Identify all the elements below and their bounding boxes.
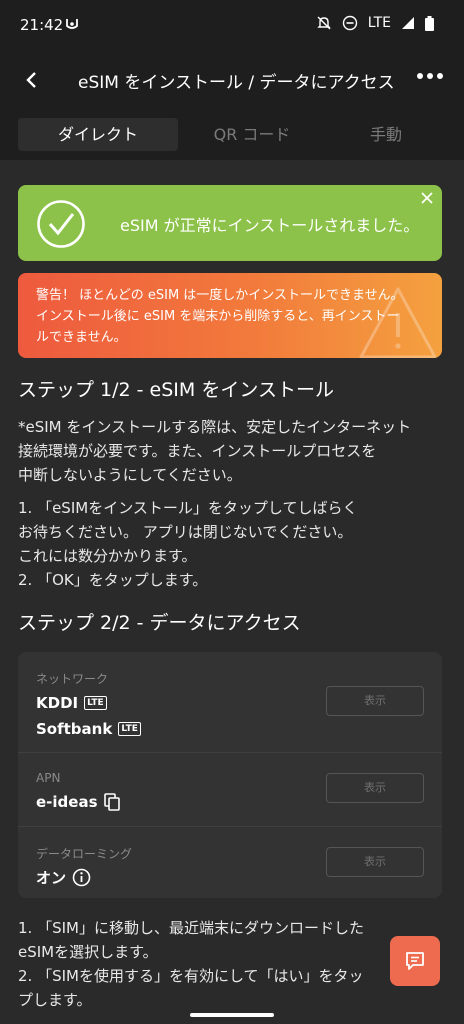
show-apn-button[interactable]: 表示 (326, 773, 424, 803)
network-softbank: Softbank LTE (36, 720, 141, 738)
home-indicator[interactable] (190, 1013, 274, 1017)
warning-banner: 警告！ ほとんどの eSIM は一度しかインストールできません。 インストール後… (18, 273, 442, 358)
chat-icon (406, 952, 424, 970)
chat-support-button[interactable] (390, 936, 440, 986)
mute-icon (317, 16, 331, 30)
access-instructions: 1. 「SIM」に移動し、最近端末にダウンロードした eSIMを選択します。 2… (18, 919, 364, 1009)
step2-heading: ステップ 2/2 - データにアクセス (18, 612, 301, 634)
data-settings-card: ネットワーク KDDI LTE Softbank LTE 表示 APN e-id… (18, 652, 442, 898)
check-circle-icon (37, 200, 85, 248)
network-type: LTE (367, 15, 391, 31)
roaming-row: データローミング オン 表示 (18, 826, 442, 898)
show-network-button[interactable]: 表示 (326, 686, 424, 716)
dnd-icon (342, 15, 357, 31)
step1-instructions: 1. 「eSIMをインストール」をタップしてしばらく お待ちください。 アプリは… (18, 499, 358, 589)
app-bar: eSIM をインストール / データにアクセス (0, 50, 464, 110)
apn-row: APN e-ideas 表示 (18, 752, 442, 826)
warning-text: 警告！ ほとんどの eSIM は一度しかインストールできません。 インストール後… (36, 288, 404, 345)
status-time: 21:42 (20, 16, 64, 34)
tab-manual[interactable]: 手動 (306, 118, 464, 151)
battery-icon (425, 15, 434, 31)
show-roaming-button[interactable]: 表示 (326, 847, 424, 877)
step1-heading: ステップ 1/2 - eSIM をインストール (18, 379, 334, 401)
apn-label: APN (36, 771, 61, 785)
network-label: ネットワーク (36, 672, 109, 686)
notification-icon (66, 19, 78, 29)
roaming-label: データローミング (36, 847, 133, 861)
network-row: ネットワーク KDDI LTE Softbank LTE 表示 (18, 652, 442, 752)
back-arrow-icon[interactable] (22, 70, 42, 90)
apn-value-group: e-ideas (36, 793, 121, 811)
network-kddi: KDDI LTE (36, 694, 107, 712)
copy-icon[interactable] (103, 793, 121, 811)
more-options-icon[interactable] (416, 66, 444, 86)
page-title: eSIM をインストール / データにアクセス (78, 73, 395, 93)
apn-value: e-ideas (36, 793, 98, 811)
roaming-value-group: オン (36, 867, 91, 888)
lte-badge: LTE (84, 696, 107, 710)
step1-note: *eSIM をインストールする際は、安定したインターネット 接続環境が必要です。… (18, 418, 412, 484)
close-icon[interactable] (420, 191, 434, 205)
success-message: eSIM が正常にインストールされました。 (120, 216, 420, 235)
status-bar: 21:42 LTE (0, 0, 464, 50)
signal-icon (402, 17, 414, 29)
tab-direct[interactable]: ダイレクト (18, 118, 178, 151)
install-method-tabs: ダイレクト QR コード 手動 (0, 110, 464, 160)
roaming-value: オン (36, 869, 67, 887)
lte-badge: LTE (118, 722, 141, 736)
info-icon[interactable] (72, 868, 91, 887)
success-banner: eSIM が正常にインストールされました。 (18, 185, 442, 261)
